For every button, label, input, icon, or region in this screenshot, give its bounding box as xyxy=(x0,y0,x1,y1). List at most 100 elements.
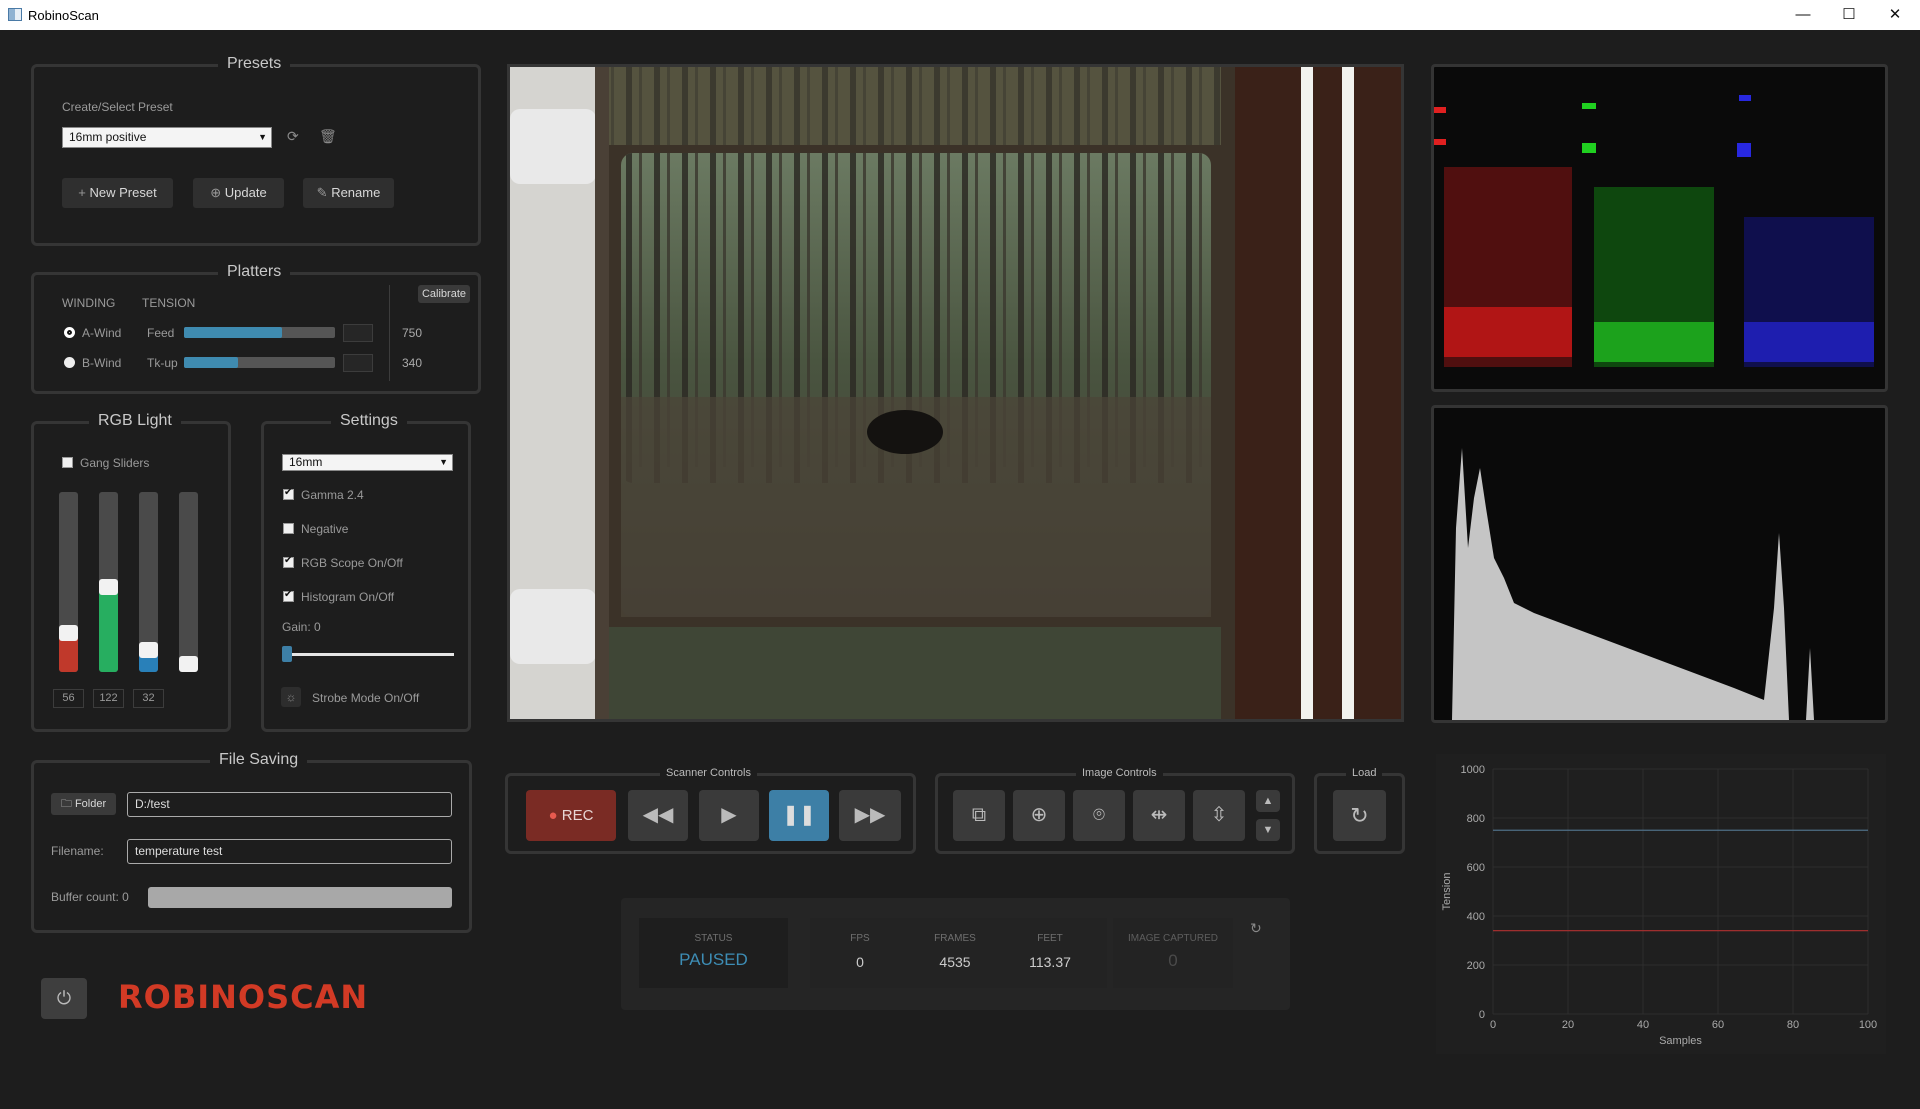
b-wind-label: B-Wind xyxy=(82,356,122,370)
rgb-slider-handle-2[interactable] xyxy=(139,642,158,658)
new-preset-label: New Preset xyxy=(89,185,157,200)
image-captured-value: 0 xyxy=(1168,951,1178,970)
scanner-controls-panel: Scanner Controls ● REC ◀◀ ▶ ❚❚ ▶▶ xyxy=(505,767,916,854)
feed-input[interactable] xyxy=(343,324,373,342)
zoom-in-icon: ⊕ xyxy=(1030,804,1048,826)
plus-icon: + xyxy=(78,185,90,200)
rgb-light-title: RGB Light xyxy=(89,412,181,430)
pause-button[interactable]: ❚❚ xyxy=(769,790,829,841)
folder-button[interactable]: 🗀 Folder xyxy=(51,793,116,815)
file-saving-panel: File Saving 🗀 Folder D:/test Filename: t… xyxy=(31,751,472,933)
negative-checkbox[interactable] xyxy=(283,523,294,534)
filename-label: Filename: xyxy=(51,844,104,858)
flip-vertical-button[interactable]: ⇳ xyxy=(1193,790,1245,841)
load-button[interactable]: ↻ xyxy=(1333,790,1386,841)
up-button[interactable]: ▲ xyxy=(1256,790,1280,812)
scanner-controls-title: Scanner Controls xyxy=(660,767,757,779)
gang-sliders-label: Gang Sliders xyxy=(80,456,150,470)
external-window-button[interactable]: ⧉ xyxy=(953,790,1005,841)
title-bar: RobinoScan — ☐ ✕ xyxy=(0,0,1920,30)
folder-path-input[interactable]: D:/test xyxy=(127,792,452,817)
fast-forward-button[interactable]: ▶▶ xyxy=(839,790,901,841)
image-controls-title: Image Controls xyxy=(1076,767,1163,779)
rgb-slider-track-2[interactable] xyxy=(139,492,158,672)
fast-forward-icon: ▶▶ xyxy=(854,804,886,826)
rgb-slider-handle-3[interactable] xyxy=(179,656,198,672)
down-button[interactable]: ▼ xyxy=(1256,819,1280,841)
rgb-slider-track-1[interactable] xyxy=(99,492,118,672)
gain-slider-track[interactable] xyxy=(286,653,454,656)
arrow-up-icon: ▲ xyxy=(1262,795,1274,807)
rgb-slider-value-0: 56 xyxy=(53,689,84,708)
play-icon: ▶ xyxy=(721,804,737,826)
y-tick-label: 1000 xyxy=(1461,764,1485,776)
gang-sliders-checkbox[interactable] xyxy=(62,457,73,468)
x-axis-label: Samples xyxy=(1659,1035,1702,1047)
load-panel: Load ↻ xyxy=(1314,767,1405,854)
rgb-slider-fill-1 xyxy=(99,586,118,672)
rename-button[interactable]: ✎ Rename xyxy=(303,178,394,208)
fps-label: FPS xyxy=(850,933,870,944)
rgb-slider-track-0[interactable] xyxy=(59,492,78,672)
strobe-label: Strobe Mode On/Off xyxy=(312,691,420,705)
rgb-scope-checkbox[interactable] xyxy=(283,555,294,568)
y-axis-label: Tension xyxy=(1441,873,1453,911)
tkup-input[interactable] xyxy=(343,354,373,372)
preset-select[interactable]: 16mm positive ▼ xyxy=(62,127,272,148)
arrow-down-icon: ▼ xyxy=(1262,824,1274,836)
app-icon xyxy=(8,8,22,21)
calibrate-button[interactable]: Calibrate xyxy=(418,285,470,303)
negative-label: Negative xyxy=(301,522,349,536)
a-wind-radio[interactable] xyxy=(64,327,75,338)
rgb-slider-handle-1[interactable] xyxy=(99,579,118,595)
histogram-checkbox[interactable] xyxy=(283,589,294,602)
update-button[interactable]: ⊕ Update xyxy=(193,178,284,208)
strobe-icon[interactable]: ☼ xyxy=(281,687,301,707)
flip-horizontal-button[interactable]: ⇹ xyxy=(1133,790,1185,841)
power-button[interactable]: ⏻ xyxy=(41,978,87,1019)
power-icon: ⏻ xyxy=(56,988,72,1008)
y-tick-label: 0 xyxy=(1479,1009,1485,1021)
zoom-button[interactable]: ⊕ xyxy=(1013,790,1065,841)
film-frame-image xyxy=(510,67,1401,719)
counters-box: FPS 0 FRAMES 4535 FEET 113.37 xyxy=(810,918,1107,988)
gain-slider-handle[interactable] xyxy=(282,646,292,662)
refresh-icon[interactable]: ⟳ xyxy=(287,128,299,145)
rewind-button[interactable]: ◀◀ xyxy=(628,790,688,841)
external-link-icon: ⧉ xyxy=(971,804,987,826)
gamma-checkbox[interactable] xyxy=(283,487,294,500)
new-preset-button[interactable]: + New Preset xyxy=(62,178,173,208)
b-wind-radio[interactable] xyxy=(64,357,75,368)
filename-input[interactable]: temperature test xyxy=(127,839,452,864)
focus-button[interactable]: ⌾ xyxy=(1073,790,1125,841)
close-button[interactable]: ✕ xyxy=(1872,0,1918,30)
edit-icon: ✎ xyxy=(316,185,332,200)
logo: ROBINOSCAN xyxy=(118,978,369,1016)
reset-icon[interactable]: ↻ xyxy=(1250,920,1262,937)
platters-panel: Platters WINDING TENSION Calibrate A-Win… xyxy=(31,263,481,394)
format-select[interactable]: 16mm ▼ xyxy=(282,454,453,471)
frames-value: 4535 xyxy=(939,954,971,970)
x-tick-label: 0 xyxy=(1490,1019,1496,1031)
file-saving-title: File Saving xyxy=(210,751,308,769)
format-value: 16mm xyxy=(289,455,323,469)
status-label: STATUS xyxy=(694,933,733,944)
image-captured-box: IMAGE CAPTURED 0 xyxy=(1113,918,1233,988)
trash-icon[interactable]: 🗑 xyxy=(319,128,337,145)
play-button[interactable]: ▶ xyxy=(699,790,759,841)
tkup-tension-bar xyxy=(184,357,335,368)
flip-horizontal-icon: ⇹ xyxy=(1150,804,1168,826)
update-label: Update xyxy=(224,185,267,200)
window-title: RobinoScan xyxy=(28,8,99,23)
record-dot-icon: ● xyxy=(548,807,562,824)
flip-vertical-icon: ⇳ xyxy=(1210,804,1228,826)
maximize-button[interactable]: ☐ xyxy=(1826,0,1872,30)
rgb-slider-track-3[interactable] xyxy=(179,492,198,672)
create-preset-label: Create/Select Preset xyxy=(62,100,173,114)
rename-label: Rename xyxy=(331,185,381,200)
folder-label: Folder xyxy=(74,798,107,810)
rec-button[interactable]: ● REC xyxy=(526,790,616,841)
histogram xyxy=(1431,405,1888,723)
minimize-button[interactable]: — xyxy=(1780,0,1826,30)
rgb-slider-handle-0[interactable] xyxy=(59,625,78,641)
